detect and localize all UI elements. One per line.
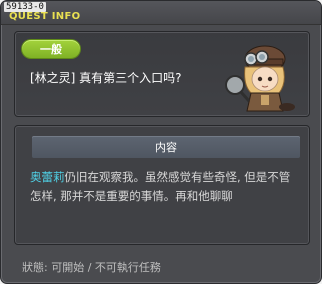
quest-description: 奥蕾莉仍旧在观察我。虽然感觉有些奇怪, 但是不管怎样, 那并不是重要的事情。再和…: [30, 168, 300, 206]
quest-category-badge: 一般: [22, 40, 80, 58]
npc-portrait: [225, 45, 295, 112]
quest-title: [林之灵] 真有第三个入口吗?: [30, 71, 182, 85]
window-id-label: 59133-0: [4, 2, 46, 12]
quest-info-window: QUEST INFO 一般 [林之灵] 真有第三个入口吗? 内容 奥蕾莉仍旧在观…: [0, 0, 322, 284]
window-title: QUEST INFO: [9, 11, 81, 22]
npc-name-link[interactable]: 奥蕾莉: [30, 170, 65, 184]
quest-description-text: 仍旧在观察我。虽然感觉有些奇怪, 但是不管怎样, 那并不是重要的事情。再和他聊聊: [30, 170, 291, 203]
quest-status: 狀態: 可開始 / 不可執行任務: [22, 261, 161, 274]
content-section-header: 内容: [32, 136, 300, 158]
title-bar[interactable]: QUEST INFO: [1, 1, 321, 25]
